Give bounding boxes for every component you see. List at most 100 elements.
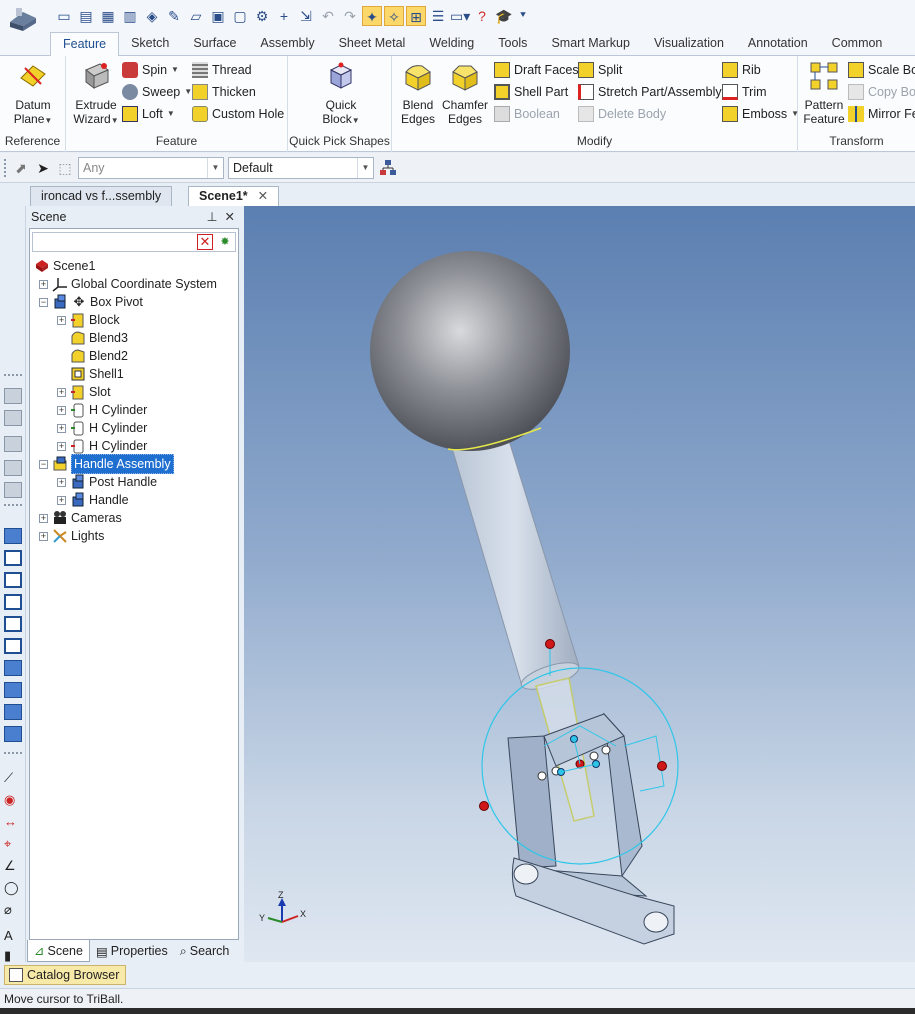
rib-button[interactable]: Rib — [722, 60, 761, 80]
snap-point-icon[interactable]: ⊞ — [406, 6, 426, 26]
collapse-icon[interactable]: − — [39, 297, 48, 307]
cube-shaded-icon[interactable] — [4, 660, 22, 676]
cube-right-icon[interactable] — [4, 594, 22, 610]
edit-icon[interactable]: ✎ — [164, 6, 184, 26]
settings-icon[interactable]: ⚙ — [252, 6, 272, 26]
measure-distance-icon[interactable]: ⟋ — [4, 770, 22, 786]
cube-left-icon[interactable] — [4, 616, 22, 632]
expand-icon[interactable]: + — [57, 441, 66, 451]
angle-icon[interactable]: ∠ — [4, 858, 22, 874]
redo-icon[interactable]: ↷ — [340, 6, 360, 26]
new-template-icon[interactable]: ▥ — [120, 6, 140, 26]
text-annotation-icon[interactable]: A — [4, 928, 22, 944]
tab-common[interactable]: Common — [820, 32, 895, 56]
pattern-feature-button[interactable]: Pattern Feature — [802, 60, 846, 126]
import-icon[interactable]: ⇲ — [296, 6, 316, 26]
tab-annotation[interactable]: Annotation — [736, 32, 820, 56]
tab-feature[interactable]: Feature — [50, 32, 120, 57]
cube-front-icon[interactable] — [4, 550, 22, 566]
split-button[interactable]: Split — [578, 60, 622, 80]
select-filter-icon[interactable]: ⬚ — [56, 159, 74, 177]
eye-icon[interactable]: ◉ — [4, 792, 22, 808]
expand-icon[interactable]: + — [39, 279, 48, 289]
tree-item-shell1[interactable]: Shell1 — [70, 365, 124, 383]
tab-sketch[interactable]: Sketch — [119, 32, 181, 56]
tree-item-lights[interactable]: + Lights — [39, 527, 104, 545]
cube-bottom-icon[interactable] — [4, 638, 22, 654]
cube-top-icon[interactable] — [4, 572, 22, 588]
expand-icon[interactable]: + — [57, 405, 66, 415]
view-back-icon[interactable] — [4, 410, 22, 426]
stretch-button[interactable]: Stretch Part/Assembly — [578, 82, 722, 102]
snap-grid-icon[interactable]: ✧ — [384, 6, 404, 26]
tree-item-slot[interactable]: + Slot — [57, 383, 111, 401]
tab-sheet-metal[interactable]: Sheet Metal — [327, 32, 418, 56]
loft-button[interactable]: Loft ▼ — [122, 104, 175, 124]
diameter-icon[interactable]: ⌀ — [4, 902, 22, 918]
tree-item-box-pivot[interactable]: − ✥ Box Pivot — [39, 293, 143, 311]
quick-block-button[interactable]: Quick Block▼ — [310, 60, 372, 128]
pivot-bracket[interactable] — [507, 712, 675, 945]
expand-icon[interactable]: + — [57, 315, 66, 325]
collapse-icon[interactable]: − — [39, 459, 48, 469]
save-as-icon[interactable]: ▢ — [230, 6, 250, 26]
hierarchy-icon[interactable] — [379, 159, 397, 177]
thread-button[interactable]: Thread — [192, 60, 252, 80]
selection-filter-dropdown[interactable]: Any ▼ — [78, 157, 224, 179]
close-icon[interactable]: ✕ — [225, 210, 235, 224]
ruler-icon[interactable]: ▮ — [4, 949, 22, 962]
new-scene-icon[interactable]: ▤ — [76, 6, 96, 26]
measure-width-icon[interactable]: ↔ — [4, 814, 22, 830]
view-left-icon[interactable] — [4, 482, 22, 498]
help-icon[interactable]: ? — [472, 6, 492, 26]
circle-icon[interactable]: ◯ — [4, 880, 22, 896]
tree-item-scene1[interactable]: Scene1 — [34, 257, 95, 275]
undo-icon[interactable]: ↶ — [318, 6, 338, 26]
tab-tools[interactable]: Tools — [486, 32, 539, 56]
doc-tab-ironcad[interactable]: ironcad vs f...ssembly — [30, 186, 173, 206]
spin-button[interactable]: Spin ▼ — [122, 60, 179, 80]
expand-icon[interactable]: + — [57, 423, 66, 433]
extrude-wizard-button[interactable]: Extrude Wizard▼ — [70, 60, 122, 128]
new-drawing-icon[interactable]: ▦ — [98, 6, 118, 26]
clear-search-icon[interactable]: ✕ — [197, 234, 213, 250]
close-icon[interactable]: ✕ — [258, 189, 268, 203]
tree-item-post-handle[interactable]: + Post Handle — [57, 473, 157, 491]
expand-icon[interactable]: + — [57, 495, 66, 505]
cube-iso-icon[interactable] — [4, 528, 22, 544]
tree-item-blend3[interactable]: Blend3 — [70, 329, 128, 347]
smart-snap-icon[interactable]: ✦ — [362, 6, 382, 26]
emboss-button[interactable]: Emboss ▼ — [722, 104, 799, 124]
expand-icon[interactable]: + — [57, 477, 66, 487]
expand-icon[interactable]: + — [57, 387, 66, 397]
shell-part-button[interactable]: Shell Part — [494, 82, 568, 102]
tree-item-handle[interactable]: + Handle — [57, 491, 129, 509]
3d-viewport[interactable]: Z X Y — [244, 206, 915, 962]
expand-icon[interactable]: + — [39, 531, 48, 541]
scene-render[interactable] — [244, 206, 915, 962]
cube-edges-icon[interactable] — [4, 726, 22, 742]
tree-item-h-cylinder-1[interactable]: + H Cylinder — [57, 401, 147, 419]
customize-toolbar-icon[interactable]: ⯆ — [516, 6, 530, 26]
trim-button[interactable]: Trim — [722, 82, 767, 102]
doc-tab-scene1[interactable]: Scene1* ✕ — [188, 186, 280, 206]
view-front-icon[interactable] — [4, 388, 22, 404]
copy-body-button[interactable]: Copy Bod — [848, 82, 915, 102]
blend-edges-button[interactable]: Blend Edges — [396, 60, 440, 126]
panel-tab-properties[interactable]: ▤ Properties — [90, 940, 174, 962]
tab-visualization[interactable]: Visualization — [642, 32, 736, 56]
tree-item-handle-assembly[interactable]: − Handle Assembly — [39, 454, 174, 474]
scale-body-button[interactable]: Scale Bod — [848, 60, 915, 80]
view-bottom-icon[interactable] — [4, 460, 22, 476]
panel-tab-search[interactable]: ⌕ Search — [174, 940, 236, 962]
catalog-browser-button[interactable]: Catalog Browser — [4, 965, 127, 985]
tree-item-h-cylinder-2[interactable]: + H Cylinder — [57, 419, 147, 437]
tree-item-h-cylinder-3[interactable]: + H Cylinder — [57, 437, 147, 455]
datum-plane-button[interactable]: Datum Plane▼ — [6, 60, 60, 128]
thicken-button[interactable]: Thicken — [192, 82, 256, 102]
style-dropdown[interactable]: Default ▼ — [228, 157, 374, 179]
tab-surface[interactable]: Surface — [181, 32, 248, 56]
add-icon[interactable]: + — [274, 6, 294, 26]
catalog-icon[interactable]: ◈ — [142, 6, 162, 26]
new-icon[interactable]: ▭ — [54, 6, 74, 26]
